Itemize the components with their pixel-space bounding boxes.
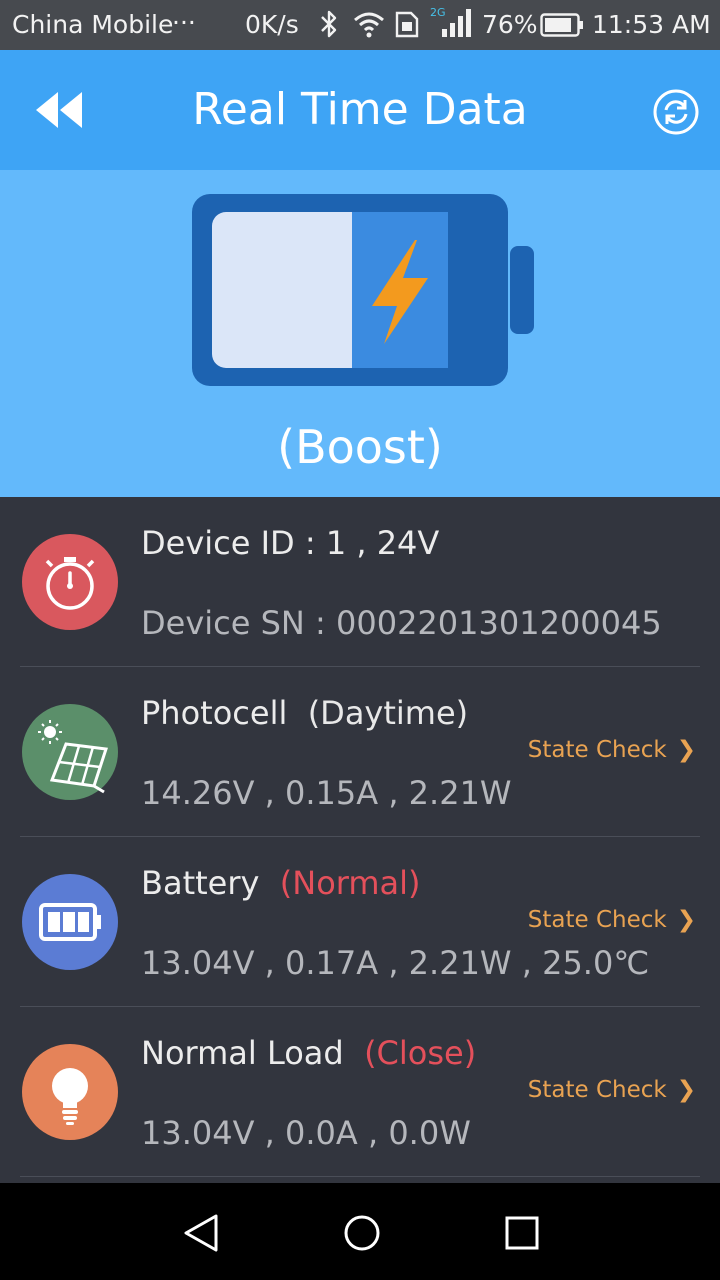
state-check-label: State Check	[527, 1077, 667, 1103]
load-title: Normal Load (Close)	[141, 1034, 476, 1072]
light-bulb-icon	[22, 1044, 118, 1140]
battery-values: 13.04V , 0.17A , 2.21W , 25.0℃	[141, 944, 650, 982]
bluetooth-icon	[318, 9, 340, 45]
photocell-status: (Daytime)	[307, 694, 469, 732]
stopwatch-icon	[22, 534, 118, 630]
status-battery-icon	[540, 13, 584, 43]
back-triangle-icon	[184, 1214, 218, 1252]
nav-recents-button[interactable]	[500, 1211, 544, 1255]
chevron-right-icon: ❯	[676, 1077, 696, 1103]
refresh-icon	[653, 89, 699, 135]
sim-card-icon	[394, 9, 420, 45]
list-item-photocell[interactable]: Photocell (Daytime) State Check ❯ 14.26V …	[0, 667, 720, 837]
battery-label: Battery	[141, 864, 260, 902]
signal-icon: 2G	[430, 5, 474, 45]
data-list: Device ID : 1 , 24V Device SN : 00022013…	[0, 497, 720, 1183]
state-check-label: State Check	[527, 907, 667, 933]
carrier-name: China Mobile	[12, 10, 174, 39]
device-sn: Device SN : 0002201301200045	[141, 604, 662, 642]
load-status: (Close)	[364, 1034, 477, 1072]
charge-status-panel: (Boost)	[0, 170, 720, 497]
solar-panel-icon	[22, 704, 118, 800]
state-check-label: State Check	[527, 737, 667, 763]
load-values: 13.04V , 0.0A , 0.0W	[141, 1114, 471, 1152]
photocell-label: Photocell	[141, 694, 288, 732]
recents-square-icon	[505, 1216, 539, 1250]
divider	[20, 1176, 700, 1177]
more-dots: ···	[172, 8, 196, 37]
list-item-device: Device ID : 1 , 24V Device SN : 00022013…	[0, 497, 720, 667]
charge-mode: (Boost)	[277, 420, 443, 474]
refresh-button[interactable]	[652, 88, 700, 136]
chevron-right-icon: ❯	[676, 737, 696, 763]
battery-state-check-link[interactable]: State Check ❯	[528, 907, 696, 933]
nav-home-button[interactable]	[340, 1211, 384, 1255]
photocell-state-check-link[interactable]: State Check ❯	[528, 737, 696, 763]
home-circle-icon	[344, 1215, 380, 1251]
battery-title: Battery (Normal)	[141, 864, 421, 902]
network-type-label: 2G	[430, 6, 446, 19]
photocell-values: 14.26V , 0.15A , 2.21W	[141, 774, 512, 812]
list-item-normal-load[interactable]: Normal Load (Close) State Check ❯ 13.04V …	[0, 1007, 720, 1177]
load-label: Normal Load	[141, 1034, 344, 1072]
app-header: Real Time Data	[0, 50, 720, 170]
battery-icon	[22, 874, 118, 970]
wifi-icon	[352, 9, 386, 45]
status-bar: China Mobile ··· 0K/s 2G 76% 11:53 AM	[0, 0, 720, 50]
page-title: Real Time Data	[192, 84, 528, 135]
device-id: Device ID : 1 , 24V	[141, 524, 440, 562]
battery-percent: 76%	[482, 10, 538, 39]
chevron-right-icon: ❯	[676, 907, 696, 933]
system-nav-bar	[0, 1183, 720, 1280]
load-state-check-link[interactable]: State Check ❯	[528, 1077, 696, 1103]
battery-status: (Normal)	[279, 864, 421, 902]
photocell-title: Photocell (Daytime)	[141, 694, 468, 732]
network-speed: 0K/s	[245, 10, 299, 39]
clock-time: 11:53 AM	[592, 10, 711, 39]
nav-back-button[interactable]	[180, 1211, 224, 1255]
list-item-battery[interactable]: Battery (Normal) State Check ❯ 13.04V , 0…	[0, 837, 720, 1007]
charging-battery-icon	[188, 190, 538, 390]
